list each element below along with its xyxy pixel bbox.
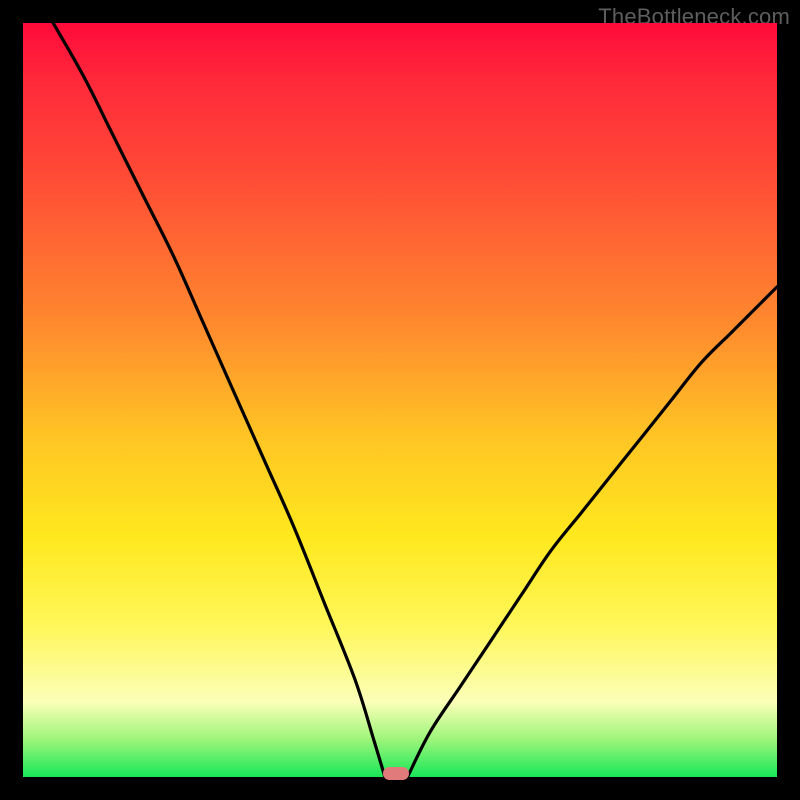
plot-area [23, 23, 777, 777]
curve-right-path [408, 287, 778, 777]
bottleneck-curve [23, 23, 777, 777]
chart-frame: TheBottleneck.com [0, 0, 800, 800]
optimal-marker [383, 767, 409, 780]
curve-left-path [53, 23, 385, 777]
